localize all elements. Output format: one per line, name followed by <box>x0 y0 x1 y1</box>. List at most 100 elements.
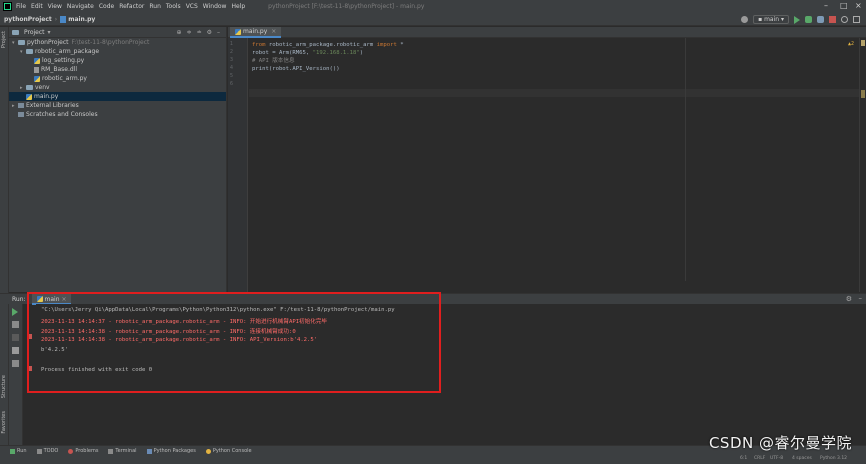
minimize-icon[interactable]: – <box>824 1 828 10</box>
tree-item-path: F:\test-11-8\pythonProject <box>71 39 150 46</box>
python-console-tool-label: Python Console <box>212 448 252 454</box>
code-token: import <box>376 42 397 48</box>
file-encoding[interactable]: UTF-8 <box>770 456 783 461</box>
rerun-icon[interactable] <box>12 308 18 316</box>
hide-panel-icon[interactable]: – <box>217 29 220 36</box>
caret-position[interactable]: 6:1 <box>740 456 747 461</box>
maximize-icon[interactable]: □ <box>840 1 848 10</box>
tree-item[interactable]: ▾ robotic_arm_package <box>9 47 226 56</box>
menu-window[interactable]: Window <box>203 3 227 10</box>
menu-refactor[interactable]: Refactor <box>119 3 144 10</box>
tree-item[interactable]: Scratches and Consoles <box>9 110 226 119</box>
library-icon <box>18 112 24 117</box>
tree-item-label: venv <box>35 84 50 91</box>
tree-item[interactable]: ▾ pythonProject F:\test-11-8\pythonProject <box>9 38 226 47</box>
settings-icon[interactable] <box>853 16 860 23</box>
tree-item[interactable]: main.py <box>9 92 226 101</box>
menu-tools[interactable]: Tools <box>166 3 181 10</box>
favorites-tool-tab[interactable]: Favorites <box>1 411 7 434</box>
close-icon[interactable]: × <box>855 1 862 10</box>
tree-item[interactable]: robotic_arm.py <box>9 74 226 83</box>
terminal-tool-button[interactable]: Terminal <box>108 448 137 454</box>
code-line: robot = Arm(RM65, "192.168.1.18") <box>252 49 363 57</box>
debug-icon[interactable] <box>805 16 812 23</box>
tree-item[interactable]: ▸ venv <box>9 83 226 92</box>
python-file-icon <box>26 93 32 100</box>
search-icon[interactable] <box>841 16 848 23</box>
menu-code[interactable]: Code <box>99 3 114 10</box>
inspection-warning-indicator[interactable]: ▲2 <box>848 41 854 47</box>
structure-tool-tab[interactable]: Structure <box>1 375 7 398</box>
problems-tool-button[interactable]: Problems <box>68 448 98 454</box>
run-config-label: main <box>764 16 780 23</box>
menu-file[interactable]: File <box>16 3 26 10</box>
menu-navigate[interactable]: Navigate <box>67 3 94 10</box>
gear-icon[interactable]: ⚙ <box>207 29 212 36</box>
left-tool-stripe: Project Structure Favorites <box>0 27 9 445</box>
project-tool-tab[interactable]: Project <box>1 31 7 48</box>
locate-file-icon[interactable]: ⊕ <box>177 29 182 36</box>
project-folder-icon <box>12 29 19 35</box>
warning-marker-icon[interactable] <box>861 90 865 98</box>
tree-item[interactable]: RM_Base.dll <box>9 65 226 74</box>
run-side-toolbar <box>9 304 23 445</box>
line-separator[interactable]: CRLF <box>754 456 765 461</box>
tree-item[interactable]: ▸ External Libraries <box>9 101 226 110</box>
collapse-all-icon[interactable]: ≐ <box>197 29 202 36</box>
highlight-annotation-box <box>27 292 441 393</box>
todo-tool-button[interactable]: TODO <box>36 448 58 454</box>
hide-panel-icon[interactable]: – <box>859 294 863 302</box>
expand-all-icon[interactable]: ≑ <box>187 29 192 36</box>
code-editor[interactable]: ▲2 from robotic_arm_package.robotic_arm … <box>249 38 866 292</box>
line-number: 2 <box>229 49 233 55</box>
chevron-down-icon[interactable]: ▾ <box>48 29 51 36</box>
python-file-icon <box>235 28 241 35</box>
run-tool-button[interactable]: Run <box>10 448 27 454</box>
menu-run[interactable]: Run <box>149 3 161 10</box>
python-console-tool-button[interactable]: Python Console <box>205 448 252 454</box>
warning-marker-icon[interactable] <box>861 40 865 46</box>
terminal-icon <box>108 448 114 454</box>
breadcrumb-separator-icon: › <box>54 15 58 23</box>
wrench-icon[interactable] <box>12 321 19 328</box>
pycharm-logo-icon <box>3 2 12 11</box>
tree-item-label: RM_Base.dll <box>41 66 78 73</box>
user-icon[interactable] <box>741 16 749 23</box>
current-line-highlight <box>249 89 860 97</box>
run-icon[interactable] <box>794 15 800 24</box>
run-config-select[interactable]: ▪ main ▾ <box>753 15 789 24</box>
pin-icon[interactable] <box>12 360 19 367</box>
breadcrumb-project[interactable]: pythonProject <box>4 16 52 23</box>
terminal-tool-label: Terminal <box>115 448 137 454</box>
tree-item-label: External Libraries <box>26 102 79 109</box>
editor-gutter: 1 2 3 4 5 6 <box>228 38 248 292</box>
menu-vcs[interactable]: VCS <box>186 3 198 10</box>
menu-view[interactable]: View <box>48 3 62 10</box>
stop-icon[interactable] <box>829 16 836 23</box>
gear-icon[interactable]: ⚙ <box>846 295 852 303</box>
packages-icon <box>146 448 152 454</box>
indent-setting[interactable]: 4 spaces <box>792 456 812 461</box>
code-line: print(robot.API_Version()) <box>252 65 340 73</box>
line-number: 5 <box>229 73 233 79</box>
restore-layout-icon[interactable] <box>12 347 19 354</box>
menu-help[interactable]: Help <box>231 3 245 10</box>
close-tab-icon[interactable]: × <box>271 28 276 35</box>
dll-file-icon <box>34 66 39 73</box>
python-interpreter[interactable]: Python 3.12 <box>820 456 847 461</box>
breadcrumb-file[interactable]: main.py <box>68 16 95 23</box>
project-panel-title[interactable]: Project <box>24 29 45 36</box>
editor-tab-main-py[interactable]: main.py × <box>230 27 282 38</box>
line-number: 1 <box>229 41 233 47</box>
tree-item-label: log_setting.py <box>42 57 85 64</box>
tree-item[interactable]: log_setting.py <box>9 56 226 65</box>
menu-edit[interactable]: Edit <box>31 3 43 10</box>
editor-error-stripe <box>859 38 866 292</box>
code-token: print(robot.API_Version()) <box>252 66 340 72</box>
coverage-icon[interactable] <box>817 16 824 23</box>
code-token: * <box>396 42 404 48</box>
python-packages-tool-button[interactable]: Python Packages <box>146 448 196 454</box>
code-line: # API 版本信息 <box>252 57 295 65</box>
folder-icon <box>26 85 33 90</box>
stop-icon[interactable] <box>12 334 19 341</box>
